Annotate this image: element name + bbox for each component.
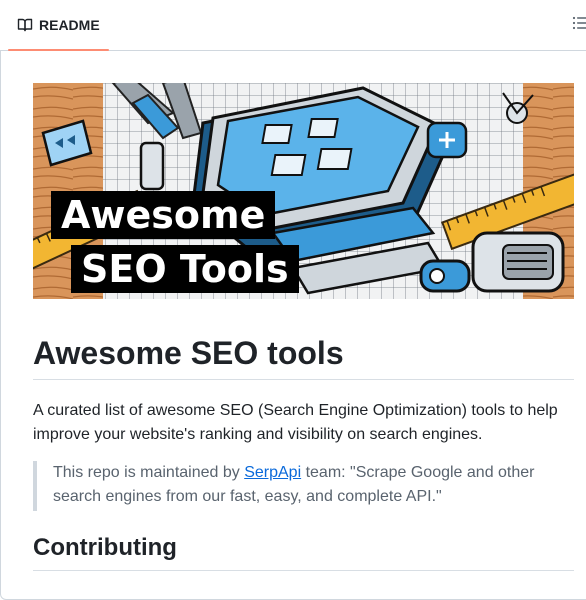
serpapi-link[interactable]: SerpApi [244, 464, 301, 481]
contributing-heading: Contributing [33, 534, 177, 561]
maintainer-note-blockquote: This repo is maintained by SerpApi team:… [33, 461, 574, 511]
contributing-divider [33, 570, 574, 571]
readme-body: Awesome SEO Tools Awesome SEO tools A cu… [33, 83, 574, 571]
page-title: Awesome SEO tools [33, 335, 344, 371]
note-text-before: This repo is maintained by [53, 464, 245, 481]
book-icon [17, 18, 33, 31]
hero-title-line-2: SEO Tools [71, 245, 299, 293]
tab-active-indicator [8, 49, 109, 51]
outline-button[interactable] [572, 15, 586, 35]
hero-title-line-1: Awesome [51, 191, 276, 239]
list-unordered-icon [572, 16, 586, 30]
title-divider [33, 379, 574, 380]
hero-banner-image: Awesome SEO Tools [33, 83, 574, 299]
tab-readme[interactable]: README [8, 0, 108, 49]
tab-readme-label: README [39, 16, 100, 33]
readme-tabbar: README [0, 0, 586, 51]
intro-paragraph: A curated list of awesome SEO (Search En… [33, 402, 558, 443]
